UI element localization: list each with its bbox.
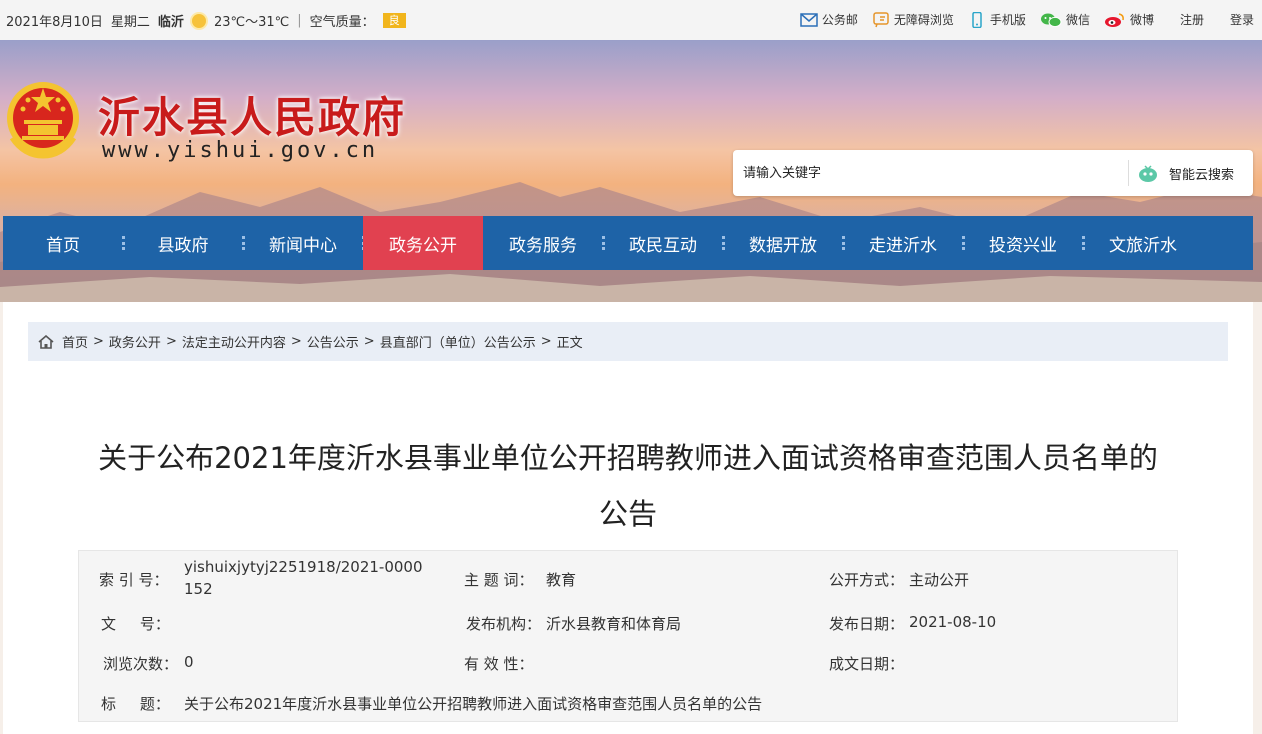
meta-open-mode-value: 主动公开 <box>909 571 970 589</box>
city-text: 临沂 <box>157 15 184 30</box>
nav-item-label: 投资兴业 <box>989 235 1057 256</box>
search-divider <box>1128 160 1129 186</box>
article-metadata-table: 索 引 号： yishuixjytyj2251918/2021-0000152 … <box>78 550 1178 722</box>
meta-publish-date-value: 2021-08-10 <box>909 613 997 631</box>
article-title-line: 公告 <box>598 497 657 531</box>
nav-item-interaction[interactable]: 政民互动 <box>603 216 725 270</box>
article-title-line: 关于公布2021年度沂水县事业单位公开招聘教师进入面试资格审查范围人员名单的 <box>98 441 1158 475</box>
nav-item-investment[interactable]: 投资兴业 <box>963 216 1085 270</box>
article-title: 关于公布2021年度沂水县事业单位公开招聘教师进入面试资格审查范围人员名单的 公… <box>63 430 1193 542</box>
divider: | <box>297 13 302 28</box>
wechat-link[interactable]: 微信 <box>1040 11 1090 28</box>
breadcrumb-current: 正文 <box>556 336 583 351</box>
breadcrumb-statutory[interactable]: 法定主动公开内容 <box>182 332 286 351</box>
meta-create-date-label: 成文日期： <box>829 655 905 673</box>
nav-item-news[interactable]: 新闻中心 <box>243 216 365 270</box>
robot-icon <box>1139 165 1157 182</box>
meta-publisher-label: 发布机构： <box>466 615 542 633</box>
nav-item-label: 新闻中心 <box>269 235 337 256</box>
meta-subject-label: 标 题： <box>101 695 170 713</box>
nav-item-culture-tourism[interactable]: 文旅沂水 <box>1083 216 1203 270</box>
date-weather: 2021年8月10日 星期二 临沂 23℃～31℃ | 空气质量： 良 <box>6 11 414 30</box>
nav-item-label: 首页 <box>46 235 80 256</box>
breadcrumb-notices[interactable]: 公告公示 <box>307 332 359 351</box>
breadcrumb-separator: > <box>165 334 177 349</box>
date-text: 2021年8月10日 <box>6 15 103 30</box>
mobile-icon <box>972 11 982 28</box>
meta-open-mode-label: 公开方式： <box>829 571 905 589</box>
accessibility-link[interactable]: 无障碍浏览 <box>872 11 954 28</box>
accessibility-link-label: 无障碍浏览 <box>893 13 954 27</box>
breadcrumb: 首页 > 政务公开 > 法定主动公开内容 > 公告公示 > 县直部门（单位）公告… <box>28 322 1228 361</box>
mobile-link-label: 手机版 <box>989 13 1026 27</box>
meta-views-value: 0 <box>184 653 194 671</box>
weibo-link-label: 微博 <box>1129 13 1154 27</box>
sun-icon <box>191 13 206 28</box>
nav-item-county-gov[interactable]: 县政府 <box>123 216 245 270</box>
meta-publish-date-label: 发布日期： <box>829 615 905 633</box>
nav-item-label: 政务服务 <box>509 235 577 256</box>
meta-index-label: 索 引 号： <box>99 571 169 589</box>
main-content: 首页 > 政务公开 > 法定主动公开内容 > 公告公示 > 县直部门（单位）公告… <box>3 302 1253 734</box>
home-icon[interactable] <box>38 334 54 349</box>
site-title: 沂水县人民政府 <box>98 93 407 142</box>
meta-doc-no-label: 文 号： <box>101 615 170 633</box>
nav-item-label: 走进沂水 <box>869 235 937 256</box>
nav-item-label: 政民互动 <box>629 235 697 256</box>
nav-item-label: 县政府 <box>157 235 209 256</box>
search-box: 智能云搜索 <box>733 150 1253 196</box>
nav-item-label: 数据开放 <box>749 235 817 256</box>
national-emblem-icon <box>7 82 79 159</box>
smart-search-label: 智能云搜索 <box>1169 167 1235 183</box>
nav-item-home[interactable]: 首页 <box>3 216 125 270</box>
breadcrumb-home[interactable]: 首页 <box>62 332 88 351</box>
weekday-text: 星期二 <box>110 15 150 30</box>
breadcrumb-dept-notices[interactable]: 县直部门（单位）公告公示 <box>380 332 536 351</box>
nav-item-open-data[interactable]: 数据开放 <box>723 216 845 270</box>
breadcrumb-separator: > <box>540 334 552 349</box>
nav-item-about-yishui[interactable]: 走进沂水 <box>843 216 965 270</box>
air-quality-badge: 良 <box>382 13 406 28</box>
wechat-icon <box>1040 13 1062 27</box>
smart-search-button[interactable]: 智能云搜索 <box>1137 163 1234 183</box>
meta-subject-value: 关于公布2021年度沂水县事业单位公开招聘教师进入面试资格审查范围人员名单的公告 <box>184 695 763 713</box>
breadcrumb-separator: > <box>363 334 375 349</box>
search-input[interactable] <box>743 162 1123 184</box>
temperature-text: 23℃～31℃ <box>213 15 290 30</box>
top-bar: 2021年8月10日 星期二 临沂 23℃～31℃ | 空气质量： 良 公务邮 … <box>0 0 1262 40</box>
nav-item-gov-affairs[interactable]: 政务公开 <box>363 216 483 270</box>
breadcrumb-separator: > <box>93 334 104 349</box>
wechat-link-label: 微信 <box>1065 13 1090 27</box>
meta-views-label: 浏览次数： <box>103 655 179 673</box>
meta-index-value: yishuixjytyj2251918/2021-0000152 <box>184 558 423 598</box>
meta-publisher-value: 沂水县教育和体育局 <box>546 615 682 633</box>
weibo-link[interactable]: 微博 <box>1104 11 1154 28</box>
top-links: 公务邮 无障碍浏览 手机版 微信 微博 注册 登录 <box>786 11 1254 28</box>
mobile-link[interactable]: 手机版 <box>968 11 1026 28</box>
meta-topic-value: 教育 <box>546 571 577 589</box>
nav-item-gov-services[interactable]: 政务服务 <box>483 216 605 270</box>
breadcrumb-separator: > <box>290 334 302 349</box>
air-quality-label: 空气质量： <box>309 15 375 30</box>
mail-icon <box>800 12 818 27</box>
accessibility-icon <box>873 11 889 27</box>
breadcrumb-gov-affairs[interactable]: 政务公开 <box>109 332 161 351</box>
nav-item-label: 政务公开 <box>389 235 457 256</box>
meta-topic-label: 主 题 词： <box>464 571 534 589</box>
login-link[interactable]: 登录 <box>1230 11 1254 28</box>
meta-validity-label: 有 效 性： <box>464 655 534 673</box>
site-url: www.yishui.gov.cn <box>102 138 379 163</box>
mail-link[interactable]: 公务邮 <box>800 11 858 28</box>
weibo-icon <box>1104 12 1124 27</box>
nav-item-label: 文旅沂水 <box>1109 235 1177 256</box>
mail-link-label: 公务邮 <box>821 13 858 27</box>
main-nav: 首页 县政府 新闻中心 政务公开 政务服务 政民互动 数据开放 走进沂水 投资兴… <box>3 216 1253 270</box>
register-link[interactable]: 注册 <box>1180 11 1204 28</box>
